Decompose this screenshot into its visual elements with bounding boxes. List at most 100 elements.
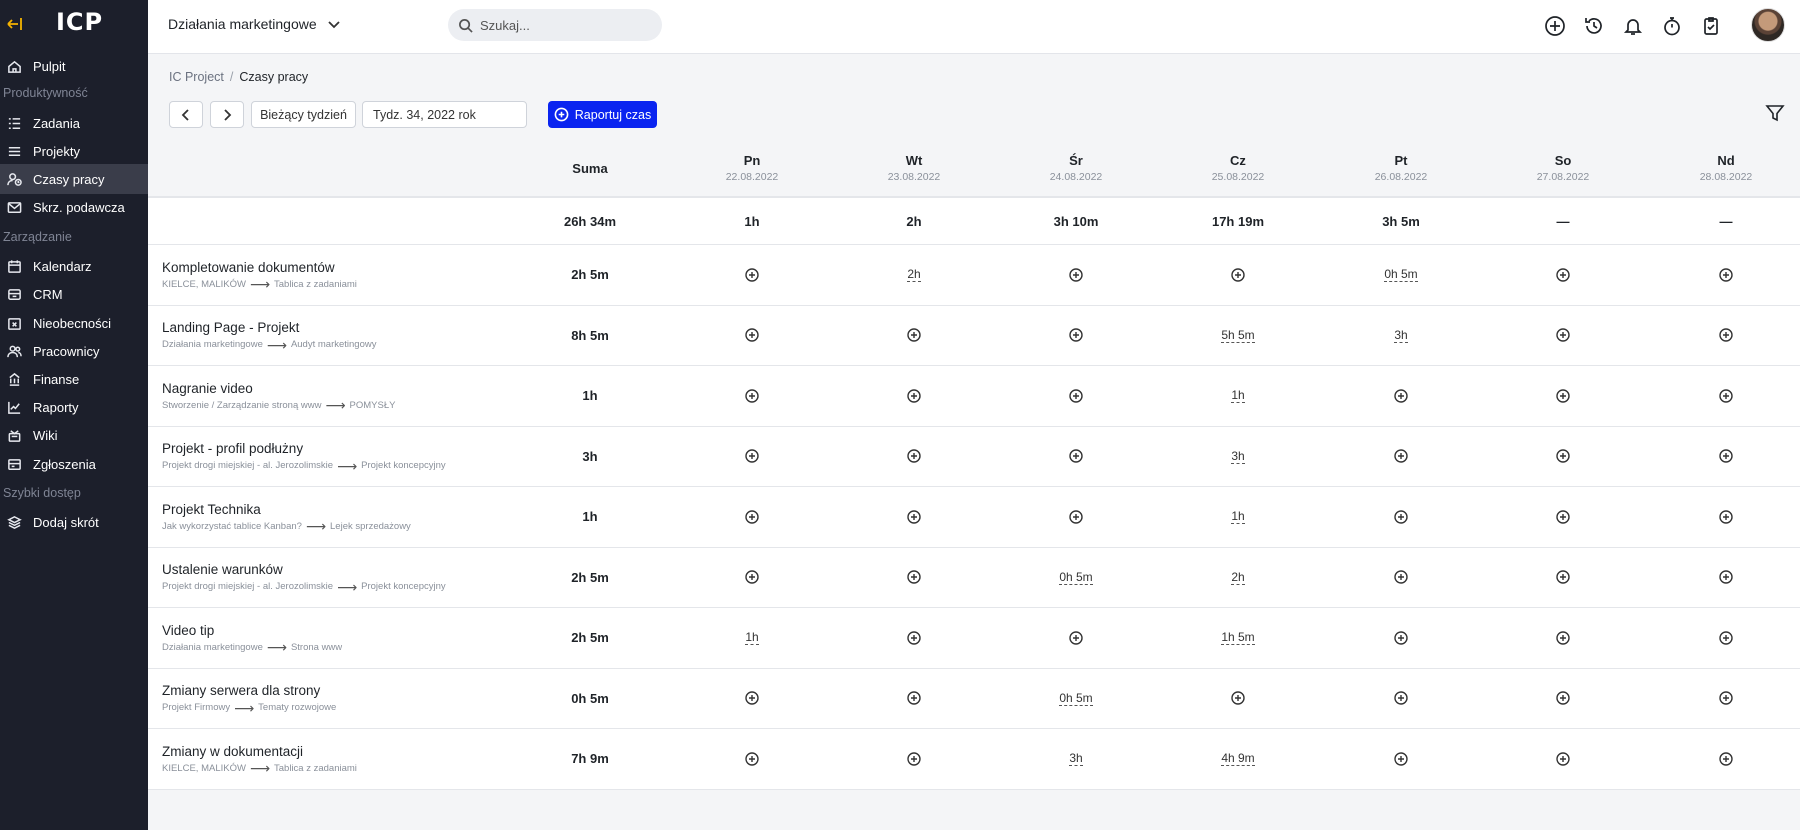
add-time-icon[interactable] <box>1394 510 1408 524</box>
sidebar-item-zadania[interactable]: Zadania <box>0 108 148 138</box>
time-entry[interactable]: 4h 9m <box>1221 751 1255 767</box>
add-time-icon[interactable] <box>907 570 921 584</box>
add-circle-icon[interactable] <box>1542 13 1568 39</box>
week-picker-input[interactable] <box>362 101 527 128</box>
sidebar-item-czasy-pracy[interactable]: Czasy pracy <box>0 164 148 194</box>
task-name[interactable]: Projekt - profil podłużny <box>162 441 446 456</box>
task-name[interactable]: Zmiany serwera dla strony <box>162 683 336 698</box>
sidebar-item-pulpit[interactable]: Pulpit <box>0 51 148 81</box>
add-time-icon[interactable] <box>907 691 921 705</box>
task-name[interactable]: Video tip <box>162 623 342 638</box>
sidebar-item-dodaj-skrót[interactable]: Dodaj skrót <box>0 507 148 537</box>
add-time-icon[interactable] <box>1394 752 1408 766</box>
add-time-icon[interactable] <box>745 389 759 403</box>
report-time-button[interactable]: Raportuj czas <box>548 101 657 128</box>
add-time-icon[interactable] <box>1556 631 1570 645</box>
add-time-icon[interactable] <box>1394 389 1408 403</box>
workspace-select[interactable]: Działania marketingowe <box>168 16 341 32</box>
add-time-icon[interactable] <box>907 449 921 463</box>
task-name[interactable]: Projekt Technika <box>162 502 411 517</box>
add-time-icon[interactable] <box>907 752 921 766</box>
task-name[interactable]: Landing Page - Projekt <box>162 320 376 335</box>
add-time-icon[interactable] <box>1719 510 1733 524</box>
breadcrumb-root[interactable]: IC Project <box>169 70 224 84</box>
add-time-icon[interactable] <box>1394 691 1408 705</box>
sidebar-item-crm[interactable]: CRM <box>0 279 148 309</box>
task-name[interactable]: Nagranie video <box>162 381 395 396</box>
sidebar-item-projekty[interactable]: Projekty <box>0 136 148 166</box>
add-time-icon[interactable] <box>1556 691 1570 705</box>
time-entry[interactable]: 2h <box>1231 570 1245 585</box>
add-time-icon[interactable] <box>1556 328 1570 342</box>
time-entry[interactable]: 1h <box>745 630 759 646</box>
prev-week-button[interactable] <box>169 101 203 128</box>
add-time-icon[interactable] <box>1069 510 1083 524</box>
add-time-icon[interactable] <box>745 752 759 766</box>
sidebar-item-skrz-podawcza[interactable]: Skrz. podawcza <box>0 192 148 222</box>
search-box[interactable] <box>448 9 662 41</box>
time-entry[interactable]: 2h <box>907 267 921 283</box>
add-time-icon[interactable] <box>1719 752 1733 766</box>
add-time-icon[interactable] <box>1719 631 1733 645</box>
time-entry[interactable]: 3h <box>1231 449 1245 464</box>
task-name[interactable]: Kompletowanie dokumentów <box>162 260 357 275</box>
add-time-icon[interactable] <box>1069 268 1083 282</box>
add-time-icon[interactable] <box>1556 510 1570 524</box>
add-time-icon[interactable] <box>745 510 759 524</box>
add-time-icon[interactable] <box>1719 328 1733 342</box>
add-time-icon[interactable] <box>1069 449 1083 463</box>
add-time-icon[interactable] <box>1069 631 1083 645</box>
add-time-icon[interactable] <box>1394 631 1408 645</box>
sidebar-item-wiki[interactable]: Wiki <box>0 420 148 450</box>
add-time-icon[interactable] <box>1069 328 1083 342</box>
add-time-icon[interactable] <box>1231 268 1245 282</box>
sidebar-item-raporty[interactable]: Raporty <box>0 392 148 422</box>
add-time-icon[interactable] <box>1719 268 1733 282</box>
sidebar-item-pracownicy[interactable]: Pracownicy <box>0 336 148 366</box>
add-time-icon[interactable] <box>1394 570 1408 584</box>
add-time-icon[interactable] <box>1719 691 1733 705</box>
add-time-icon[interactable] <box>1719 570 1733 584</box>
add-time-icon[interactable] <box>1556 570 1570 584</box>
search-input[interactable] <box>480 17 650 33</box>
add-time-icon[interactable] <box>745 449 759 463</box>
add-time-icon[interactable] <box>1231 691 1245 705</box>
add-time-icon[interactable] <box>1556 268 1570 282</box>
sidebar-item-finanse[interactable]: Finanse <box>0 364 148 394</box>
add-time-icon[interactable] <box>1556 389 1570 403</box>
sidebar-item-zgłoszenia[interactable]: Zgłoszenia <box>0 449 148 479</box>
time-entry[interactable]: 3h <box>1394 328 1408 343</box>
collapse-sidebar-icon[interactable] <box>4 13 26 35</box>
app-logo[interactable]: ICP <box>56 8 103 36</box>
add-time-icon[interactable] <box>1556 752 1570 766</box>
add-time-icon[interactable] <box>907 389 921 403</box>
time-entry[interactable]: 0h 5m <box>1059 570 1093 585</box>
next-week-button[interactable] <box>210 101 244 128</box>
add-time-icon[interactable] <box>907 510 921 524</box>
add-time-icon[interactable] <box>907 631 921 645</box>
time-entry[interactable]: 5h 5m <box>1221 328 1255 343</box>
add-time-icon[interactable] <box>1556 449 1570 463</box>
add-time-icon[interactable] <box>1719 449 1733 463</box>
filter-icon[interactable] <box>1765 103 1787 125</box>
add-time-icon[interactable] <box>907 328 921 342</box>
time-entry[interactable]: 0h 5m <box>1059 691 1093 706</box>
clipboard-check-icon[interactable] <box>1698 13 1724 39</box>
add-time-icon[interactable] <box>745 570 759 584</box>
add-time-icon[interactable] <box>745 691 759 705</box>
history-icon[interactable] <box>1581 13 1607 39</box>
sidebar-item-nieobecności[interactable]: Nieobecności <box>0 308 148 338</box>
add-time-icon[interactable] <box>745 268 759 282</box>
bell-icon[interactable] <box>1620 13 1646 39</box>
add-time-icon[interactable] <box>745 328 759 342</box>
current-week-button[interactable]: Bieżący tydzień <box>251 101 356 128</box>
sidebar-item-kalendarz[interactable]: Kalendarz <box>0 251 148 281</box>
time-entry[interactable]: 0h 5m <box>1384 267 1418 283</box>
user-avatar[interactable] <box>1751 8 1785 42</box>
time-entry[interactable]: 3h <box>1069 751 1083 767</box>
time-entry[interactable]: 1h <box>1231 509 1245 525</box>
add-time-icon[interactable] <box>1069 389 1083 403</box>
time-entry[interactable]: 1h <box>1231 388 1245 404</box>
stopwatch-icon[interactable] <box>1659 13 1685 39</box>
task-name[interactable]: Zmiany w dokumentacji <box>162 744 357 759</box>
